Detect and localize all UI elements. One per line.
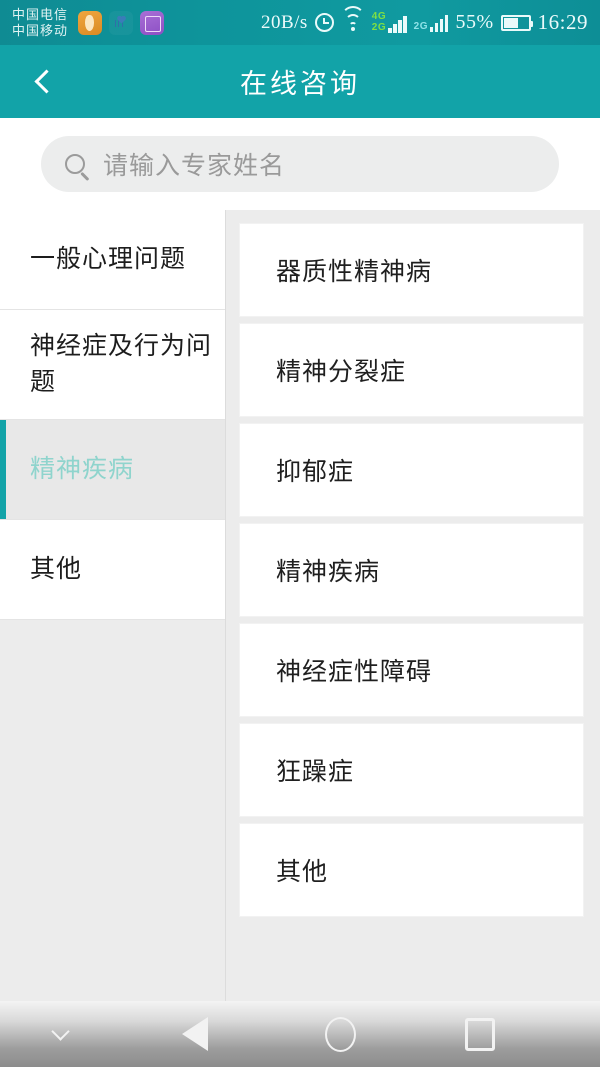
clock-label: 16:29: [537, 10, 588, 34]
circle-home-icon: [324, 1016, 356, 1052]
list-item[interactable]: 器质性精神病: [240, 224, 583, 316]
triangle-back-icon: [182, 1017, 208, 1051]
sim2-signal-indicator: 2G: [414, 14, 449, 32]
status-bar-left: 中国电信 中国移动: [0, 7, 165, 39]
sidebar-item-label: 精神疾病: [30, 455, 135, 483]
search-placeholder: 请输入专家姓名: [103, 153, 286, 180]
chevron-down-icon: [50, 1022, 70, 1041]
nav-home-button[interactable]: [270, 1001, 410, 1067]
search-icon: [65, 154, 85, 174]
sidebar-item-neurosis-behavior[interactable]: 神经症及行为问题: [0, 310, 225, 420]
list-item[interactable]: 精神分裂症: [240, 324, 583, 416]
status-app-icons: [78, 10, 165, 35]
battery-icon: [500, 14, 533, 31]
list-item-label: 精神疾病: [276, 559, 381, 586]
hide-navbar-button[interactable]: [0, 1001, 120, 1067]
list-item-label: 精神分裂症: [276, 359, 407, 386]
list-item[interactable]: 其他: [240, 824, 583, 916]
sidebar-item-other[interactable]: 其他: [0, 520, 225, 620]
content-area: 一般心理问题 神经症及行为问题 精神疾病 其他 器质性精神病 精神分裂症 抑郁症: [0, 210, 600, 1001]
sidebar-item-general-psych[interactable]: 一般心理问题: [0, 210, 225, 310]
category-sidebar: 一般心理问题 神经症及行为问题 精神疾病 其他: [0, 210, 226, 1001]
alarm-clock-icon: [314, 13, 334, 32]
sidebar-item-mental-illness[interactable]: 精神疾病: [0, 420, 225, 520]
phone-screen: 中国电信 中国移动 20B/s 4G 2G 2G 55% 16:29 在线咨询 …: [0, 0, 600, 1067]
chevron-left-icon: [34, 69, 59, 94]
sim1-network-type-bottom: 2G: [371, 22, 387, 33]
heartbeat-icon: [109, 10, 134, 35]
sim1-network-type-top: 4G: [371, 11, 387, 22]
sidebar-item-label: 神经症及行为问题: [30, 332, 213, 396]
search-input[interactable]: 请输入专家姓名: [41, 136, 559, 192]
wifi-icon: [340, 5, 365, 32]
gallery-icon: [140, 10, 165, 35]
sidebar-item-label: 一般心理问题: [30, 245, 187, 273]
list-item-label: 狂躁症: [276, 759, 355, 786]
battery-percent-label: 55%: [455, 11, 494, 33]
list-item[interactable]: 狂躁症: [240, 724, 583, 816]
carrier-primary-label: 中国电信: [12, 6, 69, 22]
square-recents-icon: [465, 1017, 495, 1051]
status-bar: 中国电信 中国移动 20B/s 4G 2G 2G 55% 16:29: [0, 0, 600, 45]
network-speed-label: 20B/s: [260, 11, 308, 33]
list-item[interactable]: 抑郁症: [240, 424, 583, 516]
list-item-label: 其他: [276, 859, 329, 886]
search-area: 请输入专家姓名: [0, 118, 600, 210]
back-button[interactable]: [22, 60, 66, 104]
list-item-label: 器质性精神病: [276, 259, 433, 286]
nav-recents-button[interactable]: [410, 1001, 550, 1067]
sim2-network-type: 2G: [413, 20, 428, 32]
status-bar-right: 20B/s 4G 2G 2G 55% 16:29: [260, 5, 600, 35]
orange-app-icon: [78, 10, 103, 35]
subcategory-list: 器质性精神病 精神分裂症 抑郁症 精神疾病 神经症性障碍 狂躁症 其他: [226, 210, 600, 1001]
nav-back-button[interactable]: [120, 1001, 270, 1067]
carrier-labels: 中国电信 中国移动: [12, 7, 68, 39]
app-header: 在线咨询: [0, 45, 600, 118]
sim1-signal-indicator: 4G 2G: [372, 12, 407, 33]
list-item[interactable]: 神经症性障碍: [240, 624, 583, 716]
carrier-secondary-label: 中国移动: [12, 22, 69, 38]
list-item[interactable]: 精神疾病: [240, 524, 583, 616]
sidebar-item-label: 其他: [30, 555, 83, 583]
page-title: 在线咨询: [240, 69, 360, 99]
list-item-label: 抑郁症: [276, 459, 355, 486]
android-nav-bar: [0, 1001, 600, 1067]
list-item-label: 神经症性障碍: [276, 659, 433, 686]
